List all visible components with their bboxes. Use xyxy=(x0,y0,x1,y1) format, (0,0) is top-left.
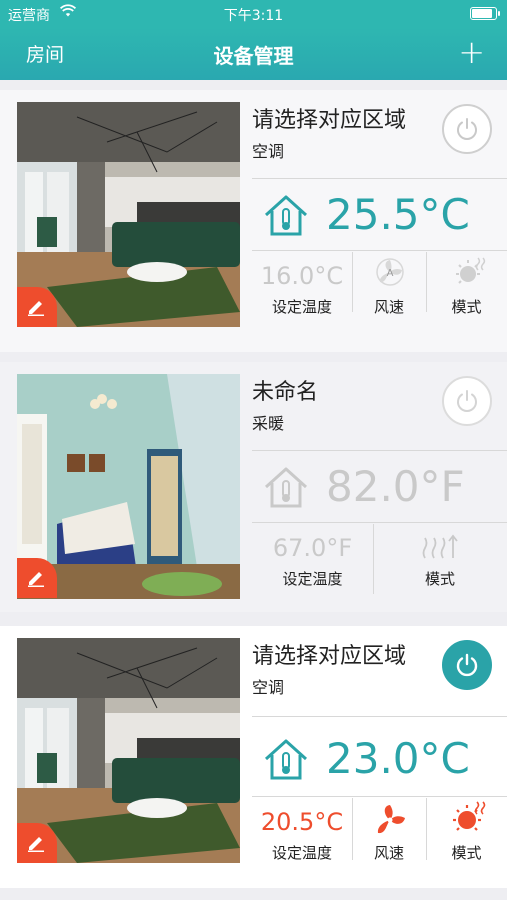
thermometer-house-icon xyxy=(264,739,308,780)
device-card[interactable]: 请选择对应区域 空调 23.0°C 20.5°C 设定温度 风速 模式 xyxy=(0,626,507,888)
mode-sun-icon xyxy=(456,257,486,284)
device-type: 空调 xyxy=(252,678,285,697)
heating-mode-icon xyxy=(422,534,458,559)
mode-label[interactable]: 模式 xyxy=(373,568,507,589)
mode-sun-icon xyxy=(453,801,486,831)
mode-label[interactable]: 模式 xyxy=(426,296,507,317)
set-temperature-label: 设定温度 xyxy=(282,570,343,588)
divider xyxy=(252,716,507,717)
set-temperature-value[interactable]: 20.5°C xyxy=(252,808,352,836)
status-time: 下午3:11 xyxy=(223,8,284,24)
current-temperature: 82.0°F xyxy=(326,462,465,511)
device-name: 未命名 xyxy=(252,380,319,405)
device-type: 采暖 xyxy=(252,414,285,433)
battery-icon xyxy=(470,7,500,20)
pencil-icon xyxy=(28,837,44,852)
edit-button[interactable] xyxy=(17,558,57,598)
current-temperature: 25.5°C xyxy=(326,190,470,239)
power-button[interactable] xyxy=(442,376,492,426)
set-temperature-label: 设定温度 xyxy=(271,844,332,862)
fan-speed-icon: A xyxy=(376,258,404,286)
power-icon xyxy=(457,390,477,412)
power-icon xyxy=(457,118,477,140)
edit-button[interactable] xyxy=(17,823,57,863)
set-temperature-label: 设定温度 xyxy=(271,298,332,316)
divider xyxy=(252,178,507,179)
thermometer-house-icon xyxy=(264,195,308,236)
pencil-icon xyxy=(28,572,44,587)
device-name: 请选择对应区域 xyxy=(252,108,407,133)
divider xyxy=(252,522,507,523)
svg-text:A: A xyxy=(387,268,394,279)
power-button[interactable] xyxy=(442,640,492,690)
status-bar: 运营商 下午3:11 xyxy=(0,0,507,28)
fan-speed-label[interactable]: 风速 xyxy=(352,842,426,863)
divider xyxy=(252,796,507,797)
edit-button[interactable] xyxy=(17,287,57,327)
mode-label[interactable]: 模式 xyxy=(426,842,507,863)
divider xyxy=(252,450,507,451)
pencil-icon xyxy=(28,301,44,316)
fan-speed-label[interactable]: 风速 xyxy=(352,296,426,317)
power-icon xyxy=(456,653,478,677)
set-temperature-value[interactable]: 16.0°C xyxy=(252,262,352,290)
nav-bar: 房间 设备管理 + xyxy=(0,28,507,80)
divider xyxy=(252,250,507,251)
device-card[interactable]: 未命名 采暖 82.0°F 67.0°F 设定温度 模式 xyxy=(0,362,507,612)
page-title: 设备管理 xyxy=(213,44,294,68)
power-button[interactable] xyxy=(442,104,492,154)
add-device-button[interactable]: + xyxy=(458,36,485,68)
thermometer-house-icon xyxy=(264,467,308,508)
device-card[interactable]: 请选择对应区域 空调 25.5°C 16.0°C 设定温度 A 风速 模式 xyxy=(0,90,507,352)
fan-speed-icon xyxy=(377,805,405,834)
device-name: 请选择对应区域 xyxy=(252,644,407,669)
current-temperature: 23.0°C xyxy=(326,734,470,783)
set-temperature-value[interactable]: 67.0°F xyxy=(252,534,373,562)
device-type: 空调 xyxy=(252,142,285,161)
